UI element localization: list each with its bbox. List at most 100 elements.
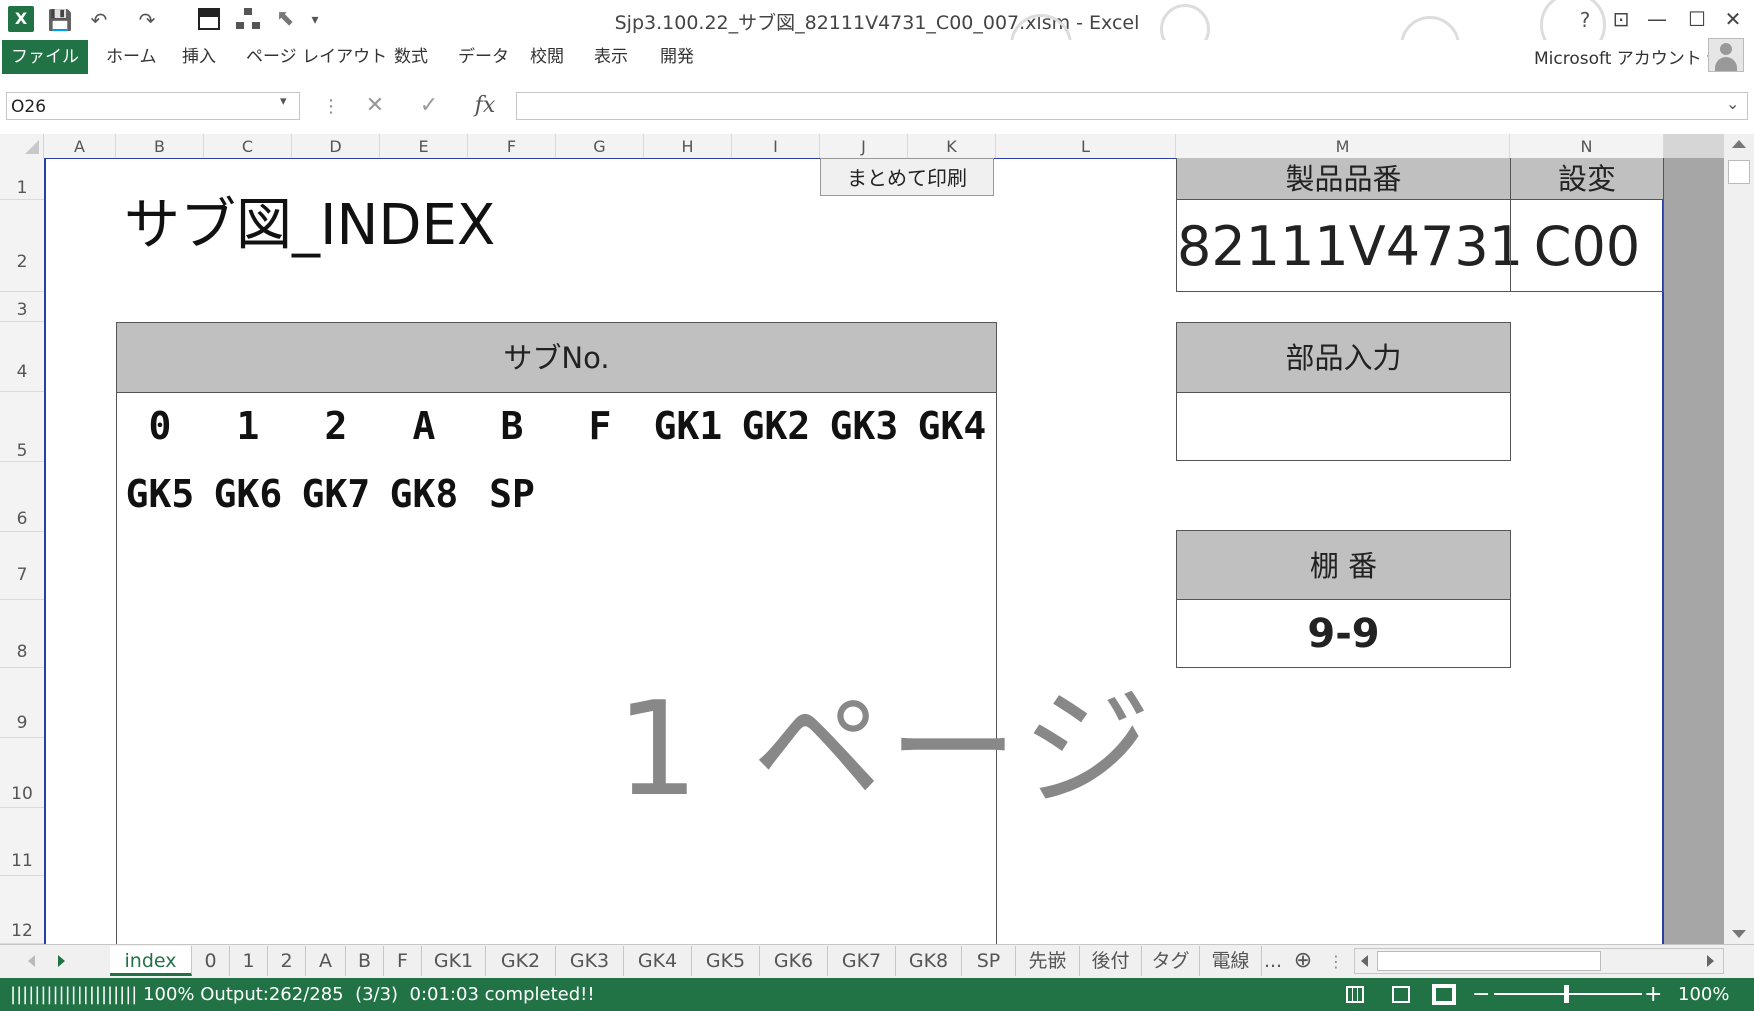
tab-page-layout[interactable]: ページ レイアウト	[246, 42, 387, 72]
cancel-icon[interactable]: ✕	[360, 92, 390, 120]
pointer-icon[interactable]: ⬉	[276, 6, 294, 31]
sheet-tab-gk8[interactable]: GK8	[896, 946, 962, 976]
tab-formulas[interactable]: 数式	[394, 42, 428, 72]
insert-function-icon[interactable]: fx	[470, 92, 500, 120]
row-header-1[interactable]: 1	[0, 158, 44, 200]
column-header-e[interactable]: E	[380, 134, 468, 158]
sheet-tab-sakihame[interactable]: 先嵌	[1016, 946, 1080, 976]
zoom-out-icon[interactable]: −	[1472, 978, 1490, 1011]
row-header-11[interactable]: 11	[0, 808, 44, 876]
tab-home[interactable]: ホーム	[106, 42, 157, 72]
sheet-tab-2[interactable]: 2	[268, 946, 306, 976]
parts-input-cell[interactable]	[1176, 392, 1511, 461]
sub-link-f[interactable]: F	[556, 404, 644, 448]
close-icon[interactable]: ✕	[1716, 4, 1750, 34]
enter-icon[interactable]: ✓	[414, 92, 444, 120]
row-header-10[interactable]: 10	[0, 738, 44, 808]
sheet-tab-gk6[interactable]: GK6	[760, 946, 828, 976]
sub-link-gk8[interactable]: GK8	[380, 472, 468, 516]
sub-link-gk1[interactable]: GK1	[644, 404, 732, 448]
page-break-preview-icon[interactable]	[1432, 984, 1456, 1005]
column-header-i[interactable]: I	[732, 134, 820, 158]
row-header-6[interactable]: 6	[0, 462, 44, 532]
ribbon-display-icon[interactable]: ⊡	[1604, 4, 1638, 34]
sheet-tab-atozuke[interactable]: 後付	[1080, 946, 1142, 976]
zoom-level[interactable]: 100%	[1678, 978, 1729, 1011]
column-header-k[interactable]: K	[908, 134, 996, 158]
column-header-h[interactable]: H	[644, 134, 732, 158]
expand-formula-bar-icon[interactable]: ⌄	[1726, 94, 1739, 113]
scroll-up-icon[interactable]	[1732, 140, 1746, 148]
sheet-tab-sp[interactable]: SP	[962, 946, 1016, 976]
scroll-down-icon[interactable]	[1732, 930, 1746, 938]
hierarchy-icon[interactable]	[236, 8, 260, 30]
tab-view[interactable]: 表示	[594, 42, 628, 72]
sheet-tab-gk2[interactable]: GK2	[486, 946, 556, 976]
select-all-corner[interactable]	[0, 134, 44, 158]
name-box-dropdown-icon[interactable]: ▾	[280, 94, 287, 109]
sub-link-0[interactable]: 0	[116, 404, 204, 448]
revision-cell[interactable]: C00	[1510, 199, 1664, 292]
row-header-8[interactable]: 8	[0, 600, 44, 668]
redo-icon[interactable]: ↷	[132, 6, 162, 34]
column-header-b[interactable]: B	[116, 134, 204, 158]
sheet-tab-tag[interactable]: タグ	[1142, 946, 1200, 976]
row-header-9[interactable]: 9	[0, 668, 44, 738]
sub-link-2[interactable]: 2	[292, 404, 380, 448]
name-box[interactable]: O26	[6, 92, 300, 120]
help-icon[interactable]: ?	[1570, 6, 1600, 34]
tab-scroll-right-icon[interactable]	[58, 955, 65, 967]
product-number-cell[interactable]: 82111V4731	[1176, 199, 1523, 292]
sheet-tab-b[interactable]: B	[346, 946, 384, 976]
column-header-l[interactable]: L	[996, 134, 1176, 158]
save-icon[interactable]: 💾	[46, 6, 74, 34]
sheet-tab-gk5[interactable]: GK5	[692, 946, 760, 976]
print-preview-icon[interactable]	[198, 8, 220, 30]
print-all-button[interactable]: まとめて印刷	[820, 158, 994, 196]
row-header-12[interactable]: 12	[0, 876, 44, 944]
account-menu[interactable]: Microsoft アカウント ▾	[1534, 44, 1716, 69]
row-header-5[interactable]: 5	[0, 392, 44, 462]
tab-developer[interactable]: 開発	[660, 42, 694, 72]
sub-link-gk2[interactable]: GK2	[732, 404, 820, 448]
avatar[interactable]	[1708, 38, 1744, 72]
row-header-7[interactable]: 7	[0, 532, 44, 600]
tab-review[interactable]: 校閲	[530, 42, 564, 72]
column-header-g[interactable]: G	[556, 134, 644, 158]
sub-link-sp[interactable]: SP	[468, 472, 556, 516]
undo-icon[interactable]: ↶	[84, 6, 114, 34]
tab-file[interactable]: ファイル	[2, 40, 88, 74]
vertical-scrollbar[interactable]	[1724, 134, 1754, 944]
tab-splitter-icon[interactable]: ⋮	[1328, 952, 1344, 971]
column-header-f[interactable]: F	[468, 134, 556, 158]
zoom-in-icon[interactable]: +	[1644, 978, 1662, 1011]
page-layout-view-icon[interactable]	[1392, 986, 1410, 1003]
hscroll-left-icon[interactable]	[1361, 955, 1368, 967]
add-sheet-icon[interactable]: ⊕	[1288, 946, 1318, 976]
column-header-d[interactable]: D	[292, 134, 380, 158]
horizontal-scrollbar[interactable]	[1354, 948, 1724, 974]
row-header-4[interactable]: 4	[0, 322, 44, 392]
shelf-number-cell[interactable]: 9-9	[1176, 599, 1511, 668]
row-header-3[interactable]: 3	[0, 292, 44, 322]
zoom-slider-thumb[interactable]	[1564, 985, 1569, 1003]
sub-link-gk4[interactable]: GK4	[908, 404, 996, 448]
formula-input[interactable]	[516, 92, 1748, 120]
sub-link-gk6[interactable]: GK6	[204, 472, 292, 516]
column-header-j[interactable]: J	[820, 134, 908, 158]
normal-view-icon[interactable]	[1346, 986, 1364, 1003]
row-header-2[interactable]: 2	[0, 200, 44, 292]
sheet-tab-densen[interactable]: 電線	[1200, 946, 1262, 976]
tab-data[interactable]: データ	[458, 42, 509, 72]
sheet-tab-gk7[interactable]: GK7	[828, 946, 896, 976]
sheet-tab-gk1[interactable]: GK1	[422, 946, 486, 976]
hscroll-thumb[interactable]	[1377, 951, 1601, 971]
maximize-icon[interactable]: ☐	[1680, 4, 1714, 34]
sheet-tab-a[interactable]: A	[306, 946, 346, 976]
customize-quick-access-icon[interactable]: ▾	[306, 6, 324, 34]
sheet-tab-f[interactable]: F	[384, 946, 422, 976]
sheet-tab-0[interactable]: 0	[192, 946, 230, 976]
sub-link-a[interactable]: A	[380, 404, 468, 448]
sheet-tab-index[interactable]: index	[110, 946, 192, 976]
sub-link-gk7[interactable]: GK7	[292, 472, 380, 516]
